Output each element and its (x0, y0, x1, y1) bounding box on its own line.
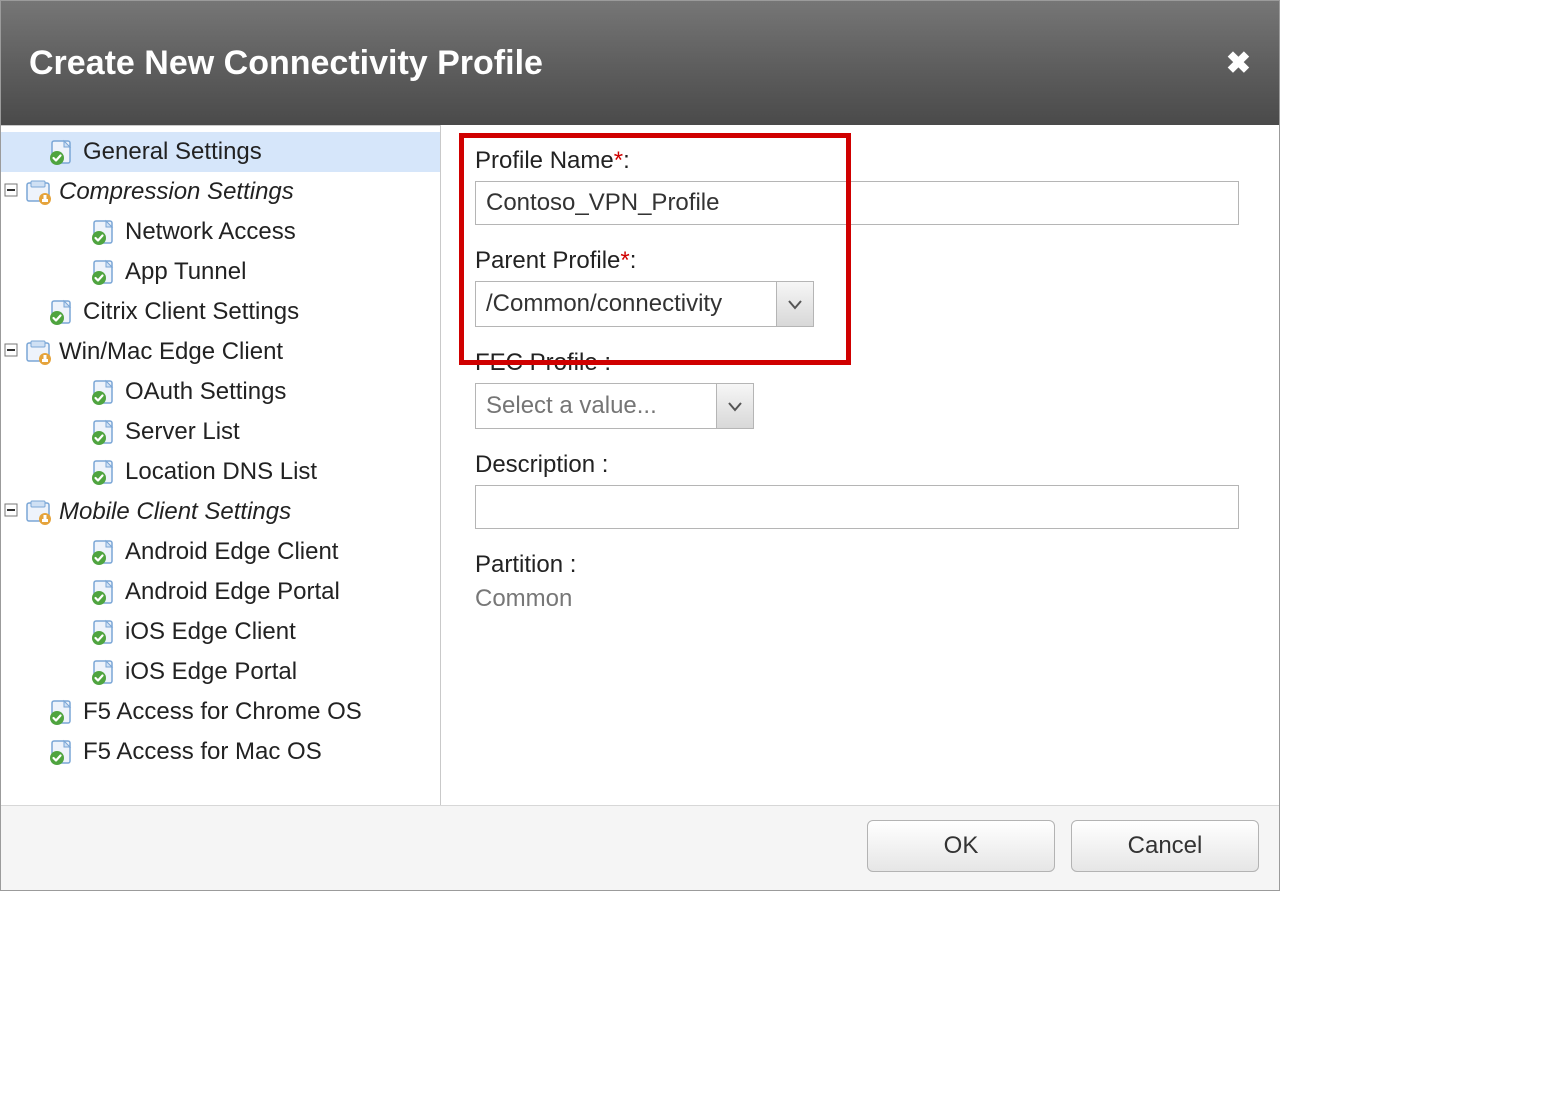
tree-label: Android Edge Client (125, 538, 338, 566)
tree-item-f5-mac[interactable]: F5 Access for Mac OS (1, 732, 440, 772)
partition-label: Partition : (475, 551, 1255, 579)
fec-profile-input[interactable] (476, 384, 716, 428)
collapse-icon[interactable] (1, 343, 21, 362)
tree-item-android-edge-client[interactable]: Android Edge Client (1, 532, 440, 572)
tree-item-f5-chrome[interactable]: F5 Access for Chrome OS (1, 692, 440, 732)
doc-check-icon (91, 659, 117, 685)
tree-label: Win/Mac Edge Client (59, 338, 283, 366)
chevron-down-icon[interactable] (776, 282, 813, 326)
description-input[interactable] (475, 485, 1239, 529)
doc-check-icon (91, 579, 117, 605)
description-label: Description : (475, 451, 1255, 479)
tree-label: General Settings (83, 138, 262, 166)
tree-label: Network Access (125, 218, 296, 246)
tree-item-compression-settings[interactable]: Compression Settings (1, 172, 440, 212)
fec-profile-combo[interactable] (475, 383, 754, 429)
ok-button[interactable]: OK (867, 820, 1055, 872)
doc-check-icon (91, 219, 117, 245)
chevron-down-icon[interactable] (716, 384, 753, 428)
folder-icon (25, 499, 51, 525)
tree-item-mobile-client-settings[interactable]: Mobile Client Settings (1, 492, 440, 532)
tree-item-citrix-client-settings[interactable]: Citrix Client Settings (1, 292, 440, 332)
collapse-icon[interactable] (1, 503, 21, 522)
tree-label: Location DNS List (125, 458, 317, 486)
fec-profile-label: FEC Profile : (475, 349, 1255, 377)
tree-label: App Tunnel (125, 258, 246, 286)
tree-label: iOS Edge Portal (125, 658, 297, 686)
close-icon[interactable]: ✖ (1226, 46, 1251, 81)
doc-check-icon (91, 259, 117, 285)
required-star: * (614, 147, 623, 174)
dialog-title: Create New Connectivity Profile (29, 44, 543, 83)
tree-label: iOS Edge Client (125, 618, 296, 646)
tree-label: Server List (125, 418, 240, 446)
required-star: * (620, 247, 629, 274)
parent-profile-label: Parent Profile*: (475, 247, 1255, 275)
partition-value: Common (475, 585, 1255, 613)
profile-name-input[interactable] (475, 181, 1239, 225)
doc-check-icon (49, 739, 75, 765)
tree-label: Mobile Client Settings (59, 498, 291, 526)
parent-profile-input[interactable] (476, 282, 776, 326)
folder-icon (25, 179, 51, 205)
settings-tree: General Settings Compression Settings Ne… (1, 125, 441, 805)
tree-item-server-list[interactable]: Server List (1, 412, 440, 452)
create-connectivity-profile-dialog: Create New Connectivity Profile ✖ Genera… (0, 0, 1280, 891)
tree-item-location-dns-list[interactable]: Location DNS List (1, 452, 440, 492)
dialog-body: General Settings Compression Settings Ne… (1, 125, 1279, 805)
dialog-footer: OK Cancel (1, 805, 1279, 890)
tree-label: Compression Settings (59, 178, 294, 206)
tree-item-ios-edge-client[interactable]: iOS Edge Client (1, 612, 440, 652)
folder-icon (25, 339, 51, 365)
tree-item-network-access[interactable]: Network Access (1, 212, 440, 252)
parent-profile-combo[interactable] (475, 281, 814, 327)
doc-check-icon (49, 699, 75, 725)
doc-check-icon (91, 459, 117, 485)
doc-check-icon (91, 539, 117, 565)
doc-check-icon (49, 299, 75, 325)
tree-label: Android Edge Portal (125, 578, 340, 606)
doc-check-icon (91, 419, 117, 445)
doc-check-icon (91, 379, 117, 405)
tree-label: Citrix Client Settings (83, 298, 299, 326)
tree-item-general-settings[interactable]: General Settings (1, 132, 440, 172)
profile-name-label: Profile Name*: (475, 147, 1255, 175)
tree-label: F5 Access for Mac OS (83, 738, 322, 766)
tree-item-android-edge-portal[interactable]: Android Edge Portal (1, 572, 440, 612)
tree-item-app-tunnel[interactable]: App Tunnel (1, 252, 440, 292)
tree-label: F5 Access for Chrome OS (83, 698, 362, 726)
cancel-button[interactable]: Cancel (1071, 820, 1259, 872)
doc-check-icon (91, 619, 117, 645)
dialog-header: Create New Connectivity Profile ✖ (1, 1, 1279, 125)
tree-item-winmac-edge-client[interactable]: Win/Mac Edge Client (1, 332, 440, 372)
tree-item-oauth-settings[interactable]: OAuth Settings (1, 372, 440, 412)
collapse-icon[interactable] (1, 183, 21, 202)
doc-check-icon (49, 139, 75, 165)
tree-item-ios-edge-portal[interactable]: iOS Edge Portal (1, 652, 440, 692)
general-settings-form: Profile Name*: Parent Profile*: FEC Prof… (441, 125, 1279, 805)
tree-label: OAuth Settings (125, 378, 286, 406)
